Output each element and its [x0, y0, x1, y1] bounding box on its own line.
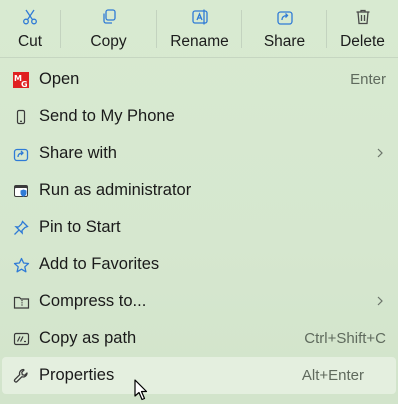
menu-item-properties[interactable]: Properties Alt+Enter: [2, 357, 396, 394]
share-icon: [12, 145, 30, 163]
rename-label: Rename: [170, 33, 229, 50]
chevron-right-icon: [377, 296, 383, 306]
cut-button[interactable]: Cut: [0, 0, 60, 56]
app-logo-icon: M G: [12, 71, 30, 89]
share-icon: [275, 7, 295, 27]
toolbar-separator: [60, 10, 61, 48]
copy-path-icon: [12, 330, 30, 348]
menu-item-label: Pin to Start: [39, 218, 121, 236]
zip-folder-icon: [12, 293, 30, 311]
menu-items: M G Open Enter Send to My Phone Share wi…: [0, 61, 398, 394]
shortcut-text: Ctrl+Shift+C: [304, 330, 386, 347]
menu-item-run-as-admin[interactable]: Run as administrator: [2, 172, 396, 209]
menu-item-label: Properties: [39, 366, 115, 384]
delete-label: Delete: [340, 33, 385, 50]
menu-item-label: Share with: [39, 144, 117, 162]
context-menu-toolbar: Cut Copy Rename Share Delete: [0, 0, 398, 56]
shortcut-text: Alt+Enter: [301, 367, 364, 384]
share-button[interactable]: Share: [242, 0, 327, 56]
delete-button[interactable]: Delete: [327, 0, 398, 56]
svg-text:G: G: [21, 80, 28, 88]
menu-item-compress-to[interactable]: Compress to...: [2, 283, 396, 320]
menu-item-open[interactable]: M G Open Enter: [2, 61, 396, 98]
menu-item-send-to-phone[interactable]: Send to My Phone: [2, 98, 396, 135]
menu-item-label: Send to My Phone: [39, 107, 175, 125]
share-label: Share: [263, 33, 306, 50]
rename-icon: [190, 7, 210, 27]
trash-icon: [353, 7, 373, 27]
shortcut-text: Enter: [350, 71, 386, 88]
copy-label: Copy: [90, 33, 127, 50]
wrench-icon: [12, 367, 30, 385]
star-icon: [12, 256, 30, 274]
phone-icon: [12, 108, 30, 126]
pin-icon: [12, 219, 30, 237]
menu-item-label: Add to Favorites: [39, 255, 160, 273]
menu-item-label: Compress to...: [39, 292, 147, 310]
scissors-icon: [20, 7, 40, 27]
menu-item-pin-to-start[interactable]: Pin to Start: [2, 209, 396, 246]
menu-item-copy-as-path[interactable]: Copy as path Ctrl+Shift+C: [2, 320, 396, 357]
copy-button[interactable]: Copy: [60, 0, 157, 56]
rename-button[interactable]: Rename: [157, 0, 242, 56]
menu-item-label: Copy as path: [39, 329, 137, 347]
copy-icon: [99, 7, 119, 27]
toolbar-divider: [0, 57, 398, 58]
context-menu: Cut Copy Rename Share Delete M G Open En…: [0, 0, 398, 404]
menu-item-share-with[interactable]: Share with: [2, 135, 396, 172]
cut-label: Cut: [17, 33, 43, 50]
shield-window-icon: [12, 182, 30, 200]
menu-item-add-to-favorites[interactable]: Add to Favorites: [2, 246, 396, 283]
chevron-right-icon: [377, 148, 383, 158]
menu-item-label: Run as administrator: [39, 181, 192, 199]
menu-item-label: Open: [39, 70, 80, 88]
